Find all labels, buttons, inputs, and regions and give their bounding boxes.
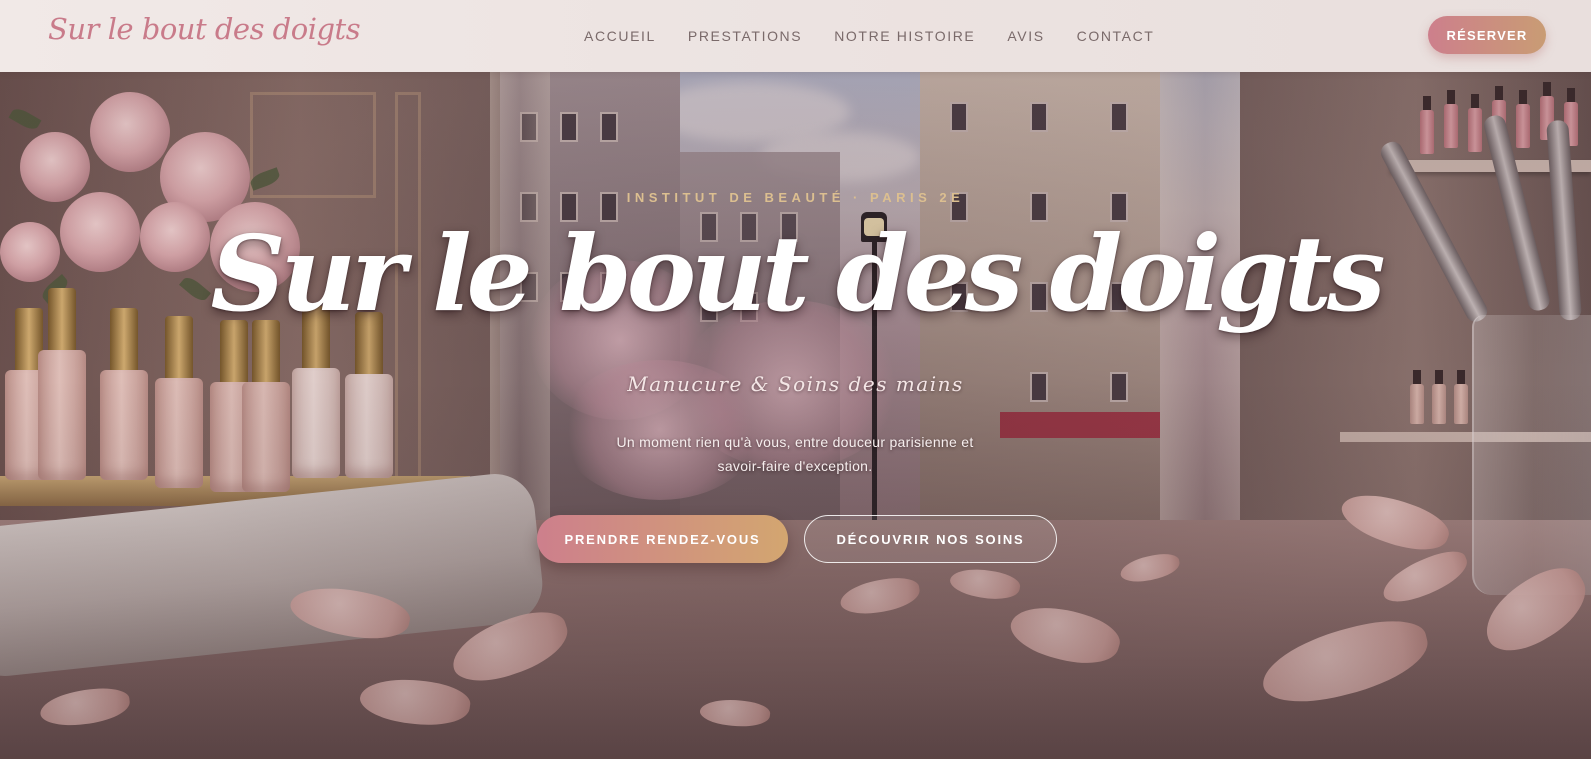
book-appointment-button[interactable]: PRENDRE RENDEZ-VOUS [537, 515, 788, 563]
nav-link-accueil[interactable]: ACCUEIL [584, 28, 656, 44]
page: Sur le bout des doigts ACCUEIL PRESTATIO… [0, 0, 1591, 759]
hero-eyebrow: INSTITUT DE BEAUTÉ · PARIS 2E [626, 190, 965, 205]
brand-logo[interactable]: Sur le bout des doigts [48, 12, 361, 46]
hero-button-group: PRENDRE RENDEZ-VOUS DÉCOUVRIR NOS SOINS [537, 515, 1057, 563]
hero-title: Sur le bout des doigts [210, 212, 1385, 335]
hero-subtitle: Manucure & Soins des mains [627, 372, 964, 396]
reserve-button[interactable]: RÉSERVER [1428, 16, 1546, 54]
discover-treatments-button[interactable]: DÉCOUVRIR NOS SOINS [804, 515, 1057, 563]
top-navbar: Sur le bout des doigts ACCUEIL PRESTATIO… [0, 0, 1591, 72]
hero-description: Un moment rien qu'à vous, entre douceur … [616, 434, 974, 474]
hero-section: INSTITUT DE BEAUTÉ · PARIS 2E Sur le bou… [0, 72, 1591, 759]
nav-link-contact[interactable]: CONTACT [1077, 28, 1155, 44]
main-nav: ACCUEIL PRESTATIONS NOTRE HISTOIRE AVIS … [584, 0, 1154, 72]
nav-link-notre-histoire[interactable]: NOTRE HISTOIRE [834, 28, 975, 44]
nav-link-prestations[interactable]: PRESTATIONS [688, 28, 802, 44]
nav-link-avis[interactable]: AVIS [1007, 28, 1044, 44]
